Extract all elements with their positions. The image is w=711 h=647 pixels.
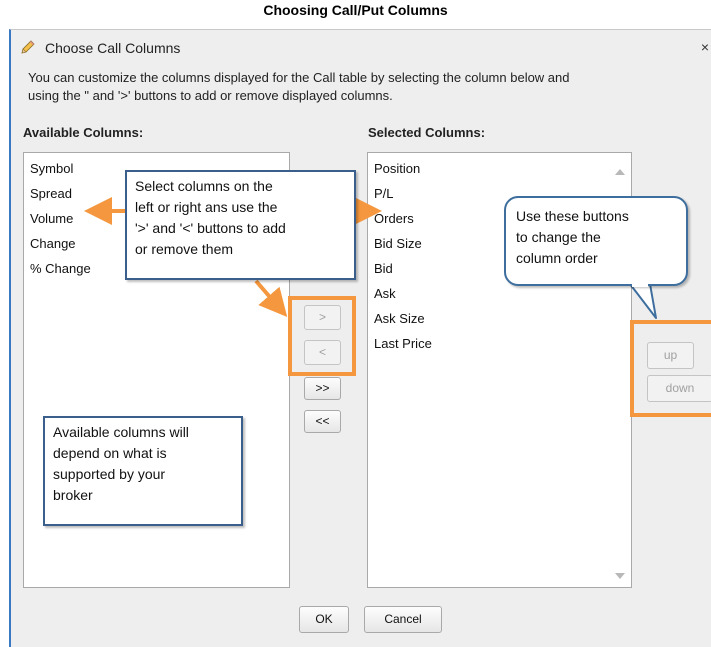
order-callout-tail-cover bbox=[632, 283, 648, 287]
